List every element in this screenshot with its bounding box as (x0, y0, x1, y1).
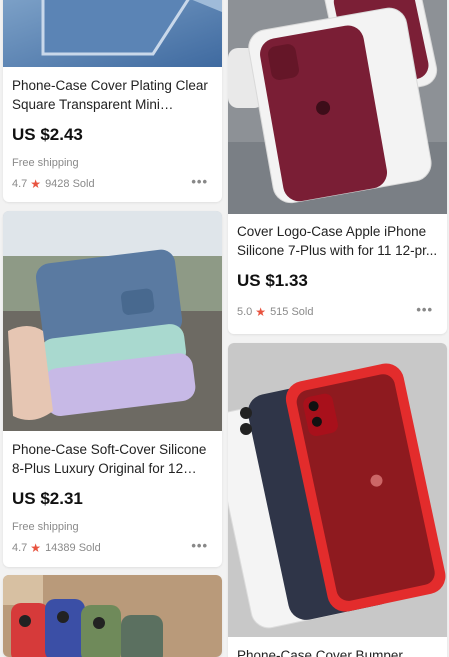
product-card[interactable]: Phone-Case Soft-Cover Silicone 8-Plus Lu… (3, 211, 222, 567)
product-price: US $2.31 (12, 489, 83, 508)
product-card[interactable]: Phone-Case Cover Bumper (228, 343, 447, 657)
product-image[interactable] (3, 211, 222, 431)
sold-count: 9428 Sold (45, 178, 95, 190)
product-card[interactable]: Cover Logo-Case Apple iPhone Silicone 7-… (228, 0, 447, 334)
more-options-icon[interactable]: ••• (416, 302, 433, 317)
more-options-icon[interactable]: ••• (191, 538, 208, 553)
star-icon: ★ (255, 305, 267, 319)
product-title[interactable]: Phone-Case Cover Plating Clear Square Tr… (12, 76, 213, 114)
product-card[interactable]: Phone-Case Cover Plating Clear Square Tr… (3, 0, 222, 202)
product-title[interactable]: Cover Logo-Case Apple iPhone Silicone 7-… (237, 222, 438, 260)
product-card[interactable] (3, 575, 222, 657)
product-image[interactable] (3, 575, 222, 657)
rating-value: 5.0 (237, 306, 253, 318)
rating-value: 4.7 (12, 178, 28, 190)
star-icon: ★ (30, 541, 42, 555)
sold-count: 14389 Sold (45, 542, 101, 554)
product-price: US $2.43 (12, 125, 83, 144)
product-image[interactable] (228, 0, 447, 214)
product-image[interactable] (3, 0, 222, 67)
shipping-label: Free shipping (12, 157, 79, 169)
product-title[interactable]: Phone-Case Soft-Cover Silicone 8-Plus Lu… (12, 440, 213, 478)
product-image[interactable] (228, 343, 447, 637)
rating-value: 4.7 (12, 542, 28, 554)
sold-count: 515 Sold (270, 306, 314, 318)
product-title[interactable]: Phone-Case Cover Bumper (237, 646, 438, 657)
more-options-icon[interactable]: ••• (191, 174, 208, 189)
shipping-label: Free shipping (12, 521, 79, 533)
product-price: US $1.33 (237, 271, 308, 290)
star-icon: ★ (30, 177, 42, 191)
